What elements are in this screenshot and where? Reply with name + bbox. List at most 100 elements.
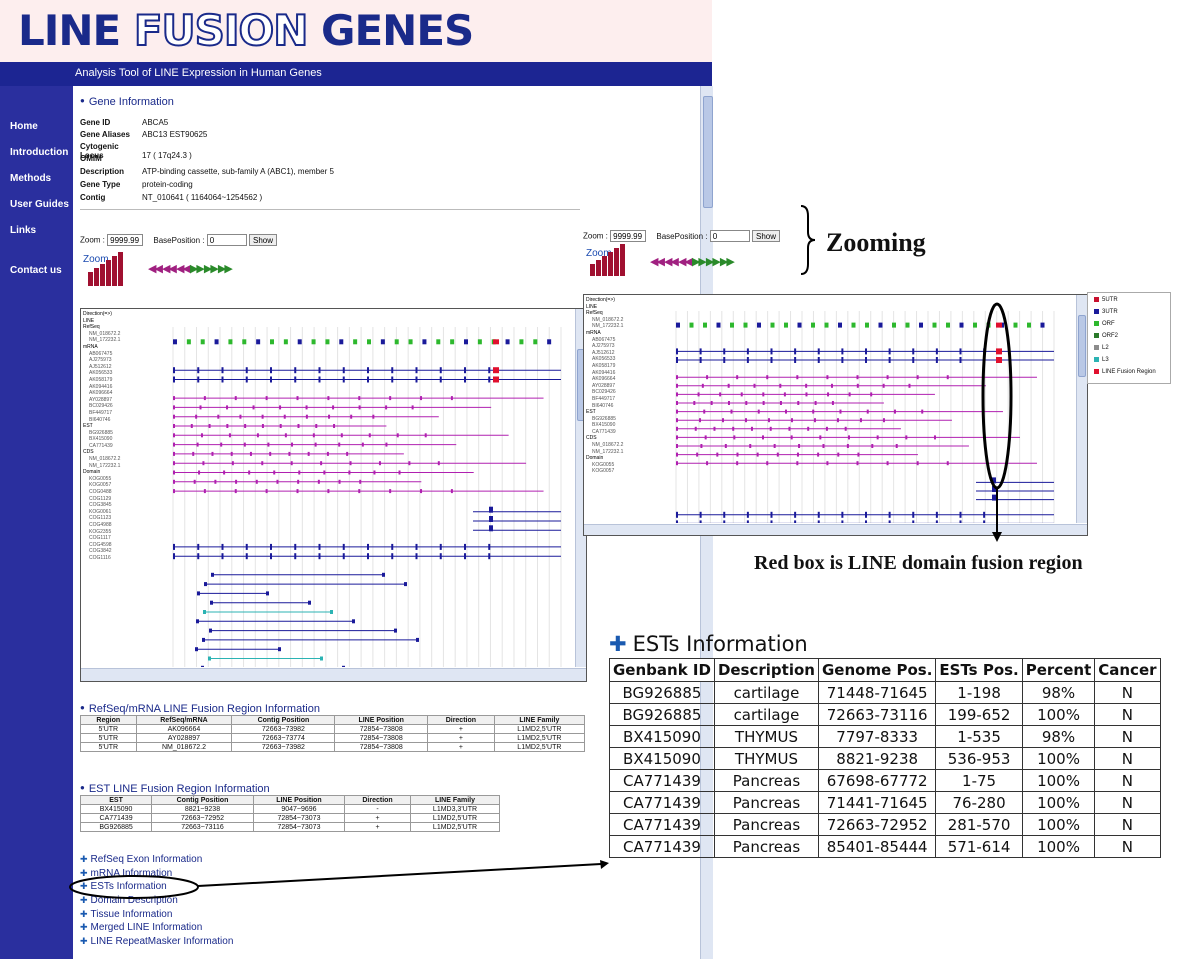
exon-mark <box>676 418 678 423</box>
ests-cell: N <box>1094 791 1161 814</box>
exon-mark <box>173 376 175 383</box>
scroll-left-icons[interactable]: ◀◀ ◀◀ ◀◀ <box>148 263 191 275</box>
exon-mark <box>946 461 949 466</box>
domain-mark <box>211 572 214 577</box>
nav-contact-us[interactable]: Contact us <box>10 265 62 276</box>
exon-mark <box>244 424 247 428</box>
line-element-mark <box>932 322 937 328</box>
exon-mark <box>736 375 739 380</box>
ests-cell: 71441-71645 <box>817 791 937 814</box>
exon-mark <box>699 348 702 355</box>
exon-mark <box>270 553 272 560</box>
exon-mark <box>959 520 962 523</box>
nav-home[interactable]: Home <box>10 121 38 132</box>
exon-mark <box>173 543 175 550</box>
zoomed-zoom-input[interactable] <box>610 230 647 242</box>
zoomed-show-button[interactable]: Show <box>751 230 780 242</box>
line-element-mark <box>689 322 694 328</box>
line-element-mark <box>228 339 233 345</box>
exon-mark <box>676 426 678 431</box>
genome-viewer[interactable]: Direction(=>) LINE RefSeq NM_018672.2 NM_17… <box>80 308 587 682</box>
exon-mark <box>848 392 851 397</box>
exon-mark <box>817 511 820 518</box>
link-merged-line[interactable]: Merged LINE Information <box>80 922 203 933</box>
genome-viewer-hscroll[interactable] <box>81 668 586 681</box>
ests-cell: THYMUS <box>713 725 819 748</box>
exon-mark <box>817 348 820 355</box>
zoomed-navigation-arrows[interactable]: ◀◀ ◀◀ ◀◀ ▶▶ ▶▶ ▶▶ <box>650 255 735 268</box>
exon-mark <box>385 405 388 410</box>
exon-mark <box>415 553 418 560</box>
refseq-header: LINE Position <box>334 715 428 725</box>
ests-cell: Pancreas <box>713 769 819 792</box>
line-element-mark <box>394 339 399 345</box>
refseq-cell: AY028897 <box>135 733 233 743</box>
navigation-arrows[interactable]: ◀◀ ◀◀ ◀◀ ▶▶ ▶▶ ▶▶ <box>148 262 233 275</box>
line-element-mark <box>477 339 482 345</box>
exon-mark <box>265 489 268 494</box>
base-position-input[interactable] <box>206 234 247 246</box>
exon-mark <box>297 424 300 428</box>
exon-mark <box>488 376 491 383</box>
domain-mark <box>342 665 345 667</box>
exon-mark <box>261 424 264 428</box>
exon-mark <box>367 553 369 560</box>
ests-cell: 199-652 <box>935 703 1023 726</box>
exon-mark <box>888 520 891 523</box>
exon-mark <box>290 461 293 466</box>
page-scrollbar-thumb[interactable] <box>703 96 713 208</box>
exon-mark <box>770 511 773 518</box>
ests-row: BX415090 THYMUS 8821-9238 536-953 100% N <box>609 747 1161 770</box>
exon-mark <box>173 424 175 428</box>
exon-mark <box>437 461 440 466</box>
ests-info-heading: ✚ ESTs Information <box>609 632 808 656</box>
nav-methods[interactable]: Methods <box>10 173 51 184</box>
scroll-right-icons[interactable]: ▶▶ ▶▶ ▶▶ <box>190 263 233 275</box>
nav-links[interactable]: Links <box>10 225 36 236</box>
domain-mark <box>382 572 385 577</box>
zoom-input[interactable] <box>107 234 144 246</box>
exon-mark <box>888 348 891 355</box>
gene-info-row: Description ATP-binding cassette, sub-fam… <box>80 167 334 176</box>
exon-mark <box>359 479 362 484</box>
ests-cell: N <box>1094 681 1161 704</box>
exon-mark <box>676 435 678 440</box>
ests-cell: 1-75 <box>935 769 1023 792</box>
ests-cell: N <box>1094 747 1161 770</box>
exon-mark <box>389 396 392 401</box>
refseq-cell: 5'UTR <box>80 733 137 743</box>
exon-mark <box>367 367 369 374</box>
domain-mark <box>394 628 397 633</box>
link-line-repeatmasker[interactable]: LINE RepeatMasker Information <box>80 936 234 947</box>
ests-cell: CA771439 <box>609 813 715 836</box>
exon-mark <box>723 357 726 363</box>
exon-mark <box>736 452 739 457</box>
genome-tracks[interactable] <box>81 309 571 667</box>
ests-header: Cancer <box>1094 658 1161 682</box>
site-logo[interactable]: LINE FUSION GENES <box>18 5 474 56</box>
exon-mark <box>249 451 252 456</box>
exon-mark <box>173 479 175 484</box>
exon-mark <box>464 543 466 550</box>
exon-mark <box>198 470 201 475</box>
exon-mark <box>846 444 849 448</box>
nav-introduction[interactable]: Introduction <box>10 147 68 158</box>
zoom-level-icon[interactable] <box>88 250 123 286</box>
zoomed-viewer-vscroll[interactable] <box>1076 295 1087 523</box>
link-tissue-info[interactable]: Tissue Information <box>80 909 173 920</box>
exon-mark <box>488 543 491 550</box>
show-button[interactable]: Show <box>248 234 277 246</box>
nav-user-guides[interactable]: User Guides <box>10 199 69 210</box>
exon-mark <box>294 543 297 550</box>
zoomed-base-position-input[interactable] <box>709 230 750 242</box>
zoomed-zoom-level-icon[interactable] <box>590 244 625 276</box>
exon-mark <box>841 511 844 518</box>
est-header: LINE Position <box>252 795 346 805</box>
exon-mark <box>888 357 891 363</box>
ests-cell: CA771439 <box>609 835 715 858</box>
track-legend: 5UTR 3UTR ORF ORF2 L2 L3 LINE Fusion Reg… <box>1087 292 1171 384</box>
est-cell: 72663~73116 <box>151 822 254 832</box>
exon-mark <box>223 470 226 475</box>
ests-cell: 76-280 <box>935 791 1023 814</box>
line-element-mark <box>878 322 883 328</box>
